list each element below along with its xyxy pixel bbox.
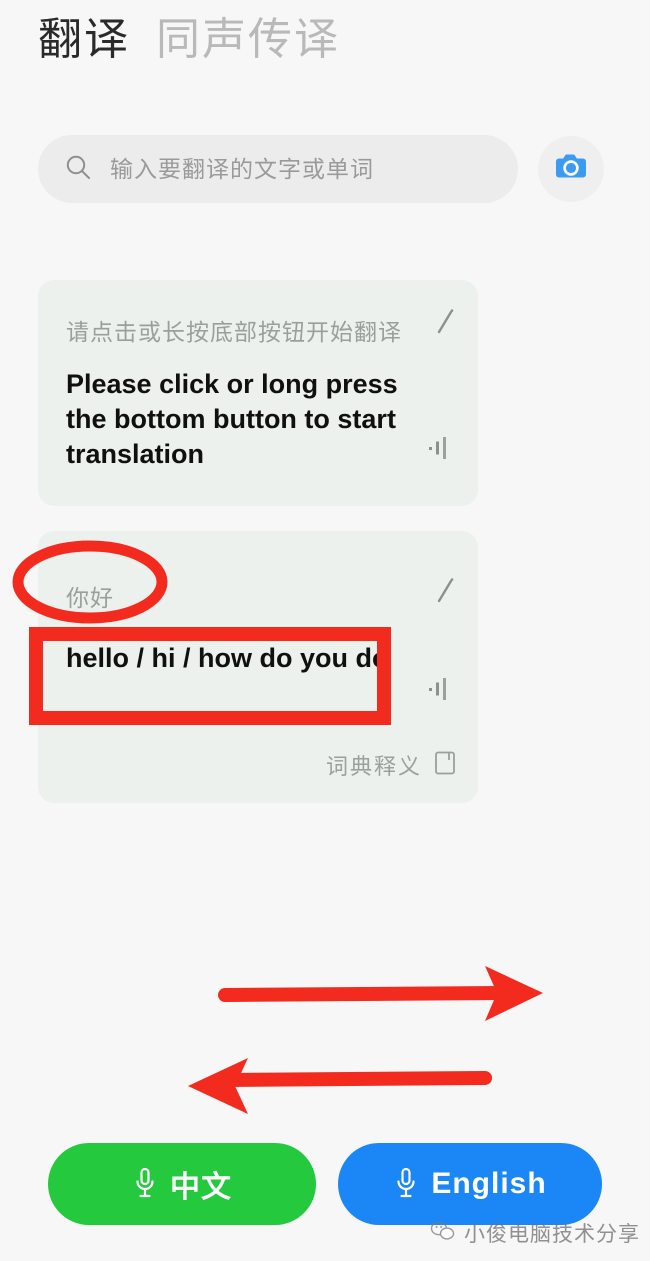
card-target-text: hello / hi / how do you do	[66, 643, 389, 673]
sound-wave-icon[interactable]	[428, 677, 454, 706]
pencil-icon[interactable]	[434, 308, 456, 341]
dictionary-definition-button[interactable]: 词典释义	[326, 749, 456, 781]
wechat-icon	[430, 1220, 456, 1247]
card-source-text: 你好	[66, 585, 114, 611]
mic-button-chinese[interactable]: 中文	[48, 1143, 316, 1225]
app-screen: 翻译 同声传译 请点击或长按底部按钮开始翻译 Please cli	[0, 0, 650, 1261]
search-icon	[64, 153, 92, 186]
mic-button-label: 中文	[170, 1171, 232, 1204]
microphone-icon	[393, 1166, 419, 1203]
camera-icon	[554, 152, 588, 187]
translation-card[interactable]: 请点击或长按底部按钮开始翻译 Please click or long pres…	[38, 280, 478, 506]
tab-translate[interactable]: 翻译	[38, 14, 130, 67]
annotation-arrow-left	[188, 1058, 492, 1114]
tab-bar: 翻译 同声传译	[38, 14, 340, 67]
dictionary-label: 词典释义	[325, 754, 422, 779]
card-target-text: Please click or long press the bottom bu…	[66, 369, 398, 469]
watermark-text: 小俊电脑技术分享	[464, 1223, 640, 1246]
camera-button[interactable]	[538, 136, 604, 202]
translation-card[interactable]: 你好 hello / hi / how do you do 词典释义	[38, 531, 478, 803]
mic-button-english[interactable]: English	[338, 1143, 602, 1225]
search-box[interactable]	[38, 135, 518, 203]
pencil-icon[interactable]	[434, 577, 456, 610]
search-row	[38, 134, 612, 204]
tab-simultaneous-interpretation[interactable]: 同声传译	[156, 14, 340, 67]
watermark: 小俊电脑技术分享	[430, 1218, 640, 1248]
search-input[interactable]	[108, 154, 502, 184]
card-source-text: 请点击或长按底部按钮开始翻译	[66, 319, 402, 345]
microphone-icon	[132, 1166, 158, 1203]
sound-wave-icon[interactable]	[428, 436, 454, 465]
bottom-button-bar: 中文 English	[0, 1143, 650, 1227]
book-icon	[434, 750, 456, 781]
mic-button-label: English	[431, 1167, 547, 1200]
annotation-arrow-right	[218, 966, 543, 1021]
